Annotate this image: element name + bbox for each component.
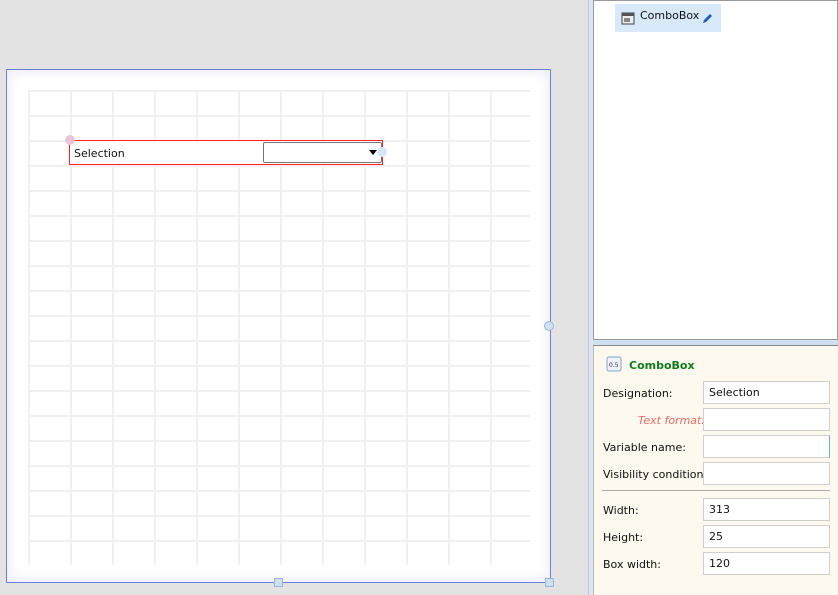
resize-handle-right[interactable] [377,147,387,157]
property-text-format: Text format: [594,408,838,432]
dropdown-arrow-icon [369,150,377,155]
designation-input[interactable]: Selection [703,381,830,404]
form-resize-handle-bottom[interactable] [274,578,283,587]
field-label: Width: [603,504,639,517]
numeric-field-icon: 0.5 [606,356,622,372]
properties-panel: 0.5 ComboBox Designation: Selection Text … [593,346,838,595]
combobox-dropdown[interactable] [263,142,382,163]
text-format-input[interactable] [703,408,830,431]
combobox-label: Selection [74,147,125,160]
visibility-condition-input[interactable] [703,462,830,485]
height-input[interactable]: 25 [703,525,830,548]
field-label: Height: [603,531,644,544]
svg-text:0.5: 0.5 [609,362,619,369]
combobox-control[interactable]: Selection [69,140,383,165]
divider [602,490,830,491]
form-resize-handle-right[interactable] [544,321,554,331]
tree-item-combobox[interactable]: ComboBox [615,4,721,32]
pencil-icon[interactable] [701,12,714,25]
structure-tree: ComboBox [593,0,838,340]
box-width-input[interactable]: 120 [703,552,830,575]
design-canvas[interactable]: Selection [0,0,588,595]
field-label: Text format: [638,414,706,427]
field-label: Visibility condition: [603,468,708,481]
property-width: Width: 313 [594,498,838,522]
property-box-width: Box width: 120 [594,552,838,576]
field-label: Designation: [603,387,673,400]
property-height: Height: 25 [594,525,838,549]
field-label: Box width: [603,558,661,571]
property-designation: Designation: Selection [594,381,838,405]
resize-handle-top-left[interactable] [65,135,75,145]
property-variable-name: Variable name: [594,435,838,459]
form-page[interactable]: Selection [6,69,551,583]
width-input[interactable]: 313 [703,498,830,521]
property-visibility-condition: Visibility condition: [594,462,838,486]
properties-title: ComboBox [629,359,695,372]
combobox-icon [621,12,635,25]
tree-item-label: ComboBox [640,9,700,22]
field-label: Variable name: [603,441,686,454]
variable-name-input[interactable] [703,435,830,458]
form-resize-handle-corner[interactable] [545,578,554,587]
